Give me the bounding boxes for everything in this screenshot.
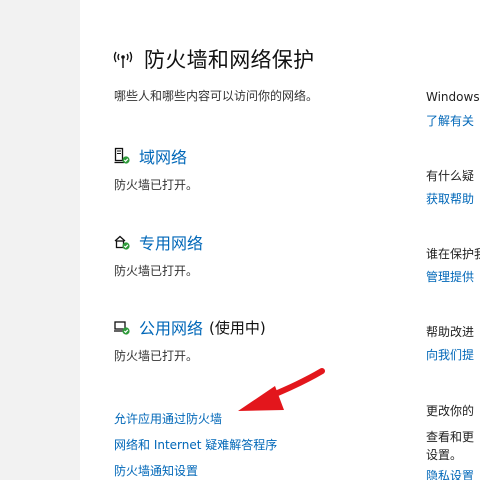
page-header: 防火墙和网络保护	[112, 44, 314, 74]
domain-network-link[interactable]: 域网络	[139, 144, 187, 168]
private-network-icon	[114, 235, 130, 250]
privacy-settings-link[interactable]: 隐私设置	[426, 467, 474, 480]
firewall-notification-settings-link[interactable]: 防火墙通知设置	[114, 462, 198, 479]
public-network-icon	[114, 321, 130, 335]
private-network-status: 防火墙已打开。	[114, 264, 199, 278]
domain-network-status: 防火墙已打开。	[114, 178, 199, 192]
get-help-link[interactable]: 获取帮助	[426, 190, 474, 207]
domain-network-icon	[114, 147, 130, 164]
send-feedback-link[interactable]: 向我们提	[426, 346, 474, 363]
windows-security-heading: Windows	[426, 90, 480, 104]
allow-app-through-firewall-link[interactable]: 允许应用通过防火墙	[114, 410, 222, 427]
question-heading: 有什么疑	[426, 169, 475, 183]
network-troubleshooter-link[interactable]: 网络和 Internet 疑难解答程序	[114, 436, 277, 453]
public-network-section: 公用网络 (使用中) 防火墙已打开。	[114, 315, 404, 364]
privacy-description-line1: 查看和更	[426, 430, 475, 444]
main-content: 防火墙和网络保护 哪些人和哪些内容可以访问你的网络。 域网络 防火墙已打开。 专…	[80, 0, 410, 480]
private-network-link[interactable]: 专用网络	[139, 230, 203, 254]
private-network-section: 专用网络 防火墙已打开。	[114, 230, 404, 279]
navigation-pane	[0, 0, 80, 480]
related-settings-pane: Windows 了解有关 有什么疑 获取帮助 谁在保护我 管理提供 帮助改进 向…	[426, 0, 480, 480]
change-privacy-heading: 更改你的	[426, 404, 475, 418]
learn-more-link[interactable]: 了解有关	[426, 112, 474, 129]
who-protects-heading: 谁在保护我	[426, 247, 480, 261]
page-subtitle: 哪些人和哪些内容可以访问你的网络。	[114, 89, 319, 103]
privacy-description-line2: 设置。	[426, 448, 463, 462]
public-network-status: 防火墙已打开。	[114, 349, 199, 363]
wifi-shield-icon	[113, 51, 133, 68]
help-improve-heading: 帮助改进	[426, 325, 475, 339]
domain-network-section: 域网络 防火墙已打开。	[114, 144, 404, 193]
page-title: 防火墙和网络保护	[144, 48, 315, 72]
in-use-label: (使用中)	[209, 318, 266, 337]
manage-providers-link[interactable]: 管理提供	[426, 268, 474, 285]
public-network-link[interactable]: 公用网络	[139, 315, 203, 339]
